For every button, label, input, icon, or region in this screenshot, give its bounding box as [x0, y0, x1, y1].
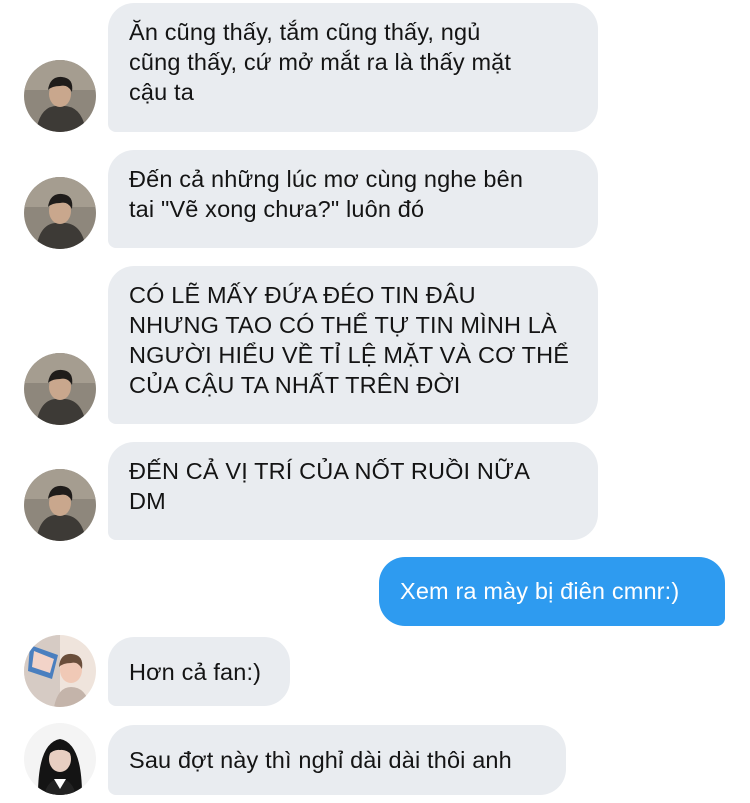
message-line: cũng thấy, cứ mở mắt ra là thấy mặt — [129, 49, 512, 75]
avatar-friend-a-icon — [24, 177, 96, 249]
message-line: NHƯNG TAO CÓ THỂ TỰ TIN MÌNH LÀ — [129, 312, 557, 338]
avatar-friend-a[interactable] — [24, 469, 96, 541]
avatar-friend-a[interactable] — [24, 177, 96, 249]
message-bubble-1[interactable]: Ăn cũng thấy, tắm cũng thấy, ngủ cũng th… — [108, 3, 598, 132]
message-line: NGƯỜI HIỂU VỀ TỈ LỆ MẶT VÀ CƠ THỂ — [129, 342, 570, 368]
message-line: cậu ta — [129, 79, 194, 105]
message-line: DM — [129, 488, 166, 514]
message-bubble-7[interactable]: Sau đợt này thì nghỉ dài dài thôi anh — [108, 725, 566, 795]
message-line: CỦA CẬU TA NHẤT TRÊN ĐỜI — [129, 372, 461, 398]
message-line: CÓ LẼ MẤY ĐỨA ĐÉO TIN ĐÂU — [129, 282, 476, 308]
message-bubble-3[interactable]: CÓ LẼ MẤY ĐỨA ĐÉO TIN ĐÂU NHƯNG TAO CÓ T… — [108, 266, 598, 424]
message-bubble-4[interactable]: ĐẾN CẢ VỊ TRÍ CỦA NỐT RUỒI NỮA DM — [108, 442, 598, 540]
message-line: Đến cả những lúc mơ cùng nghe bên — [129, 166, 524, 192]
message-bubble-6[interactable]: Hơn cả fan:) — [108, 637, 290, 706]
message-line: tai "Vẽ xong chưa?" luôn đó — [129, 196, 425, 222]
avatar-friend-a-icon — [24, 60, 96, 132]
avatar-friend-a-icon — [24, 469, 96, 541]
avatar-friend-b-icon — [24, 635, 96, 707]
avatar-friend-a-icon — [24, 353, 96, 425]
message-line: Hơn cả fan:) — [129, 659, 262, 685]
message-line: Ăn cũng thấy, tắm cũng thấy, ngủ — [129, 19, 481, 45]
message-bubble-5-outgoing[interactable]: Xem ra mày bị điên cmnr:) — [379, 557, 725, 626]
message-bubble-2[interactable]: Đến cả những lúc mơ cùng nghe bên tai "V… — [108, 150, 598, 248]
message-line: ĐẾN CẢ VỊ TRÍ CỦA NỐT RUỒI NỮA — [129, 458, 531, 484]
message-line: Xem ra mày bị điên cmnr:) — [400, 578, 680, 604]
message-line: Sau đợt này thì nghỉ dài dài thôi anh — [129, 747, 512, 773]
avatar-friend-a[interactable] — [24, 60, 96, 132]
avatar-friend-a[interactable] — [24, 353, 96, 425]
avatar-friend-c-icon — [24, 723, 96, 795]
avatar-friend-c[interactable] — [24, 723, 96, 795]
avatar-friend-b[interactable] — [24, 635, 96, 707]
